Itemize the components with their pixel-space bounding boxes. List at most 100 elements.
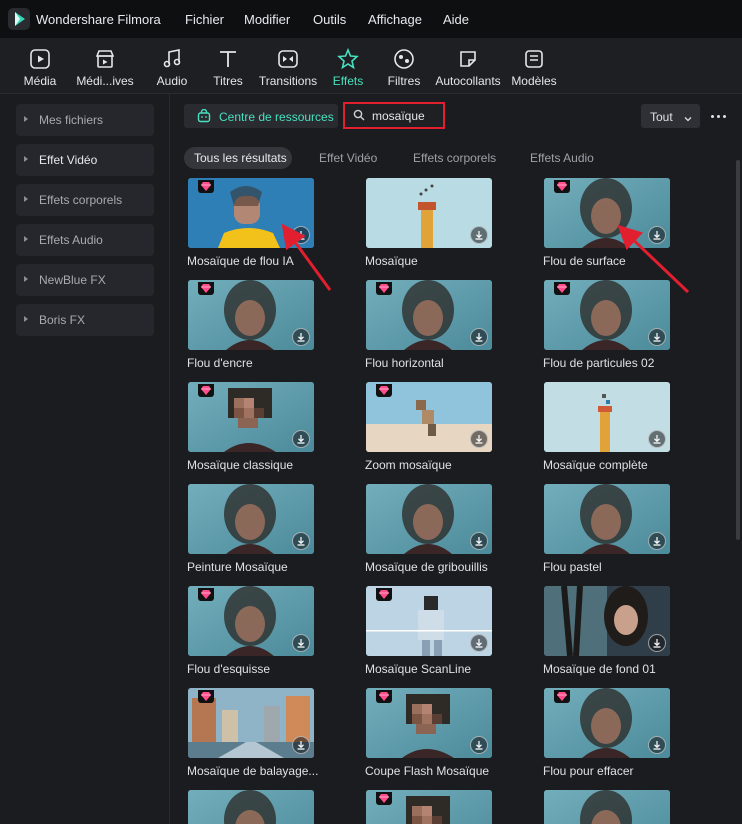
effect-card[interactable] [544,688,670,758]
effect-card-label: Flou pour effacer [543,764,634,778]
download-icon[interactable] [292,634,310,652]
effect-card-label: Mosaïque classique [187,458,294,472]
effect-card-label: Mosaïque de fond 01 [543,662,656,676]
effect-card-label: Mosaïque ScanLine [365,662,472,676]
resource-center-button[interactable]: Centre de ressources [184,104,338,128]
toolbar-filters[interactable]: Filtres [372,38,436,94]
effect-card[interactable] [366,178,492,248]
menu-outils[interactable]: Outils [313,12,346,27]
effect-thumbnail [544,790,670,824]
effect-card[interactable] [188,178,314,248]
tab-effets-corporels[interactable]: Effets corporels [404,147,509,169]
effect-card-label: Flou d'esquisse [187,662,271,676]
download-icon[interactable] [292,736,310,754]
effect-thumbnail [188,790,314,824]
filters-icon [392,47,416,71]
toolbar-stock-media[interactable]: Médi...ives [73,38,137,94]
store-icon [197,108,211,123]
download-icon[interactable] [648,634,666,652]
menu-aide[interactable]: Aide [443,12,469,27]
effects-icon [336,47,360,71]
download-icon[interactable] [470,430,488,448]
filmora-logo-icon [8,8,30,30]
toolbar-templates[interactable]: Modèles [502,38,566,94]
download-icon[interactable] [292,532,310,550]
effect-card[interactable] [188,280,314,350]
effect-card[interactable] [188,586,314,656]
download-icon[interactable] [470,328,488,346]
effect-card[interactable] [188,484,314,554]
menu-fichier[interactable]: Fichier [185,12,224,27]
effect-card[interactable] [366,790,492,824]
menu-modifier[interactable]: Modifier [244,12,290,27]
download-icon[interactable] [470,736,488,754]
stock-media-icon [93,47,117,71]
effect-card-label: Flou de particules 02 [543,356,655,370]
effect-card-label: Mosaïque de gribouillis [365,560,488,574]
effect-card[interactable] [366,586,492,656]
tab-effet-video[interactable]: Effet Vidéo [310,147,390,169]
download-icon[interactable] [648,430,666,448]
effect-card[interactable] [544,280,670,350]
premium-gem-icon [376,690,392,703]
scrollbar[interactable] [736,160,740,540]
download-icon[interactable] [648,736,666,754]
filter-dropdown[interactable]: Tout [641,104,700,128]
effect-card-label: Flou d'encre [187,356,253,370]
more-options-button[interactable] [708,104,730,128]
sidebar-item-newblue-fx[interactable]: NewBlue FX [16,264,154,296]
menu-affichage[interactable]: Affichage [368,12,422,27]
toolbar-media[interactable]: Média [8,38,72,94]
effect-card-label: Mosaïque de balayage... [187,764,319,778]
effect-card[interactable] [188,688,314,758]
download-icon[interactable] [292,328,310,346]
search-input[interactable] [372,108,442,124]
download-icon[interactable] [292,226,310,244]
premium-gem-icon [376,384,392,397]
download-icon[interactable] [470,634,488,652]
download-icon[interactable] [292,430,310,448]
effect-card[interactable] [544,586,670,656]
effect-card-label: Coupe Flash Mosaïque [365,764,490,778]
effect-card[interactable] [544,790,670,824]
effect-card[interactable] [366,382,492,452]
media-icon [28,47,52,71]
effect-card[interactable] [366,688,492,758]
tab-effets-audio[interactable]: Effets Audio [521,147,611,169]
sidebar-item-effets-audio[interactable]: Effets Audio [16,224,154,256]
tab-all-results[interactable]: Tous les résultats [184,147,292,169]
premium-gem-icon [198,180,214,193]
caret-right-icon [24,316,28,322]
effect-card[interactable] [544,382,670,452]
sidebar-item-effet-video[interactable]: Effet Vidéo [16,144,154,176]
caret-right-icon [24,116,28,122]
sidebar-item-boris-fx[interactable]: Boris FX [16,304,154,336]
caret-right-icon [24,276,28,282]
download-icon[interactable] [470,532,488,550]
category-sidebar: Mes fichiers Effet Vidéo Effets corporel… [0,94,170,824]
effect-card-label: Mosaïque [365,254,418,268]
effect-card-label: Flou pastel [543,560,602,574]
download-icon[interactable] [470,226,488,244]
caret-right-icon [24,236,28,242]
premium-gem-icon [554,180,570,193]
effect-card[interactable] [366,484,492,554]
search-icon [353,109,365,121]
effect-card[interactable] [188,382,314,452]
download-icon[interactable] [648,328,666,346]
sidebar-item-mes-fichiers[interactable]: Mes fichiers [16,104,154,136]
effect-card-label: Flou horizontal [365,356,444,370]
caret-right-icon [24,156,28,162]
effect-card-label: Mosaïque complète [543,458,648,472]
search-box[interactable] [343,102,445,129]
premium-gem-icon [376,792,392,805]
download-icon[interactable] [648,532,666,550]
effect-card[interactable] [366,280,492,350]
sidebar-item-effets-corporels[interactable]: Effets corporels [16,184,154,216]
download-icon[interactable] [648,226,666,244]
toolbar-stickers[interactable]: Autocollants [435,38,501,94]
effect-card[interactable] [544,484,670,554]
effect-card[interactable] [544,178,670,248]
effect-card[interactable] [188,790,314,824]
premium-gem-icon [554,282,570,295]
